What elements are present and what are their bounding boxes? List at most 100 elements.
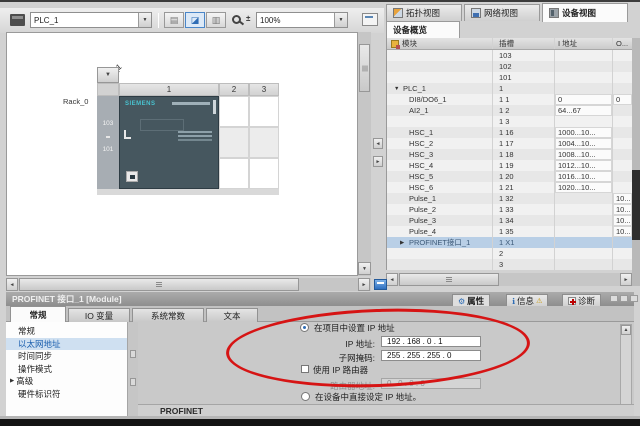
tab-texts[interactable]: 文本 (206, 308, 258, 322)
module-icon (391, 40, 399, 48)
scroll-left-icon[interactable]: ◄ (6, 278, 18, 291)
scroll-left-icon[interactable]: ◄ (386, 273, 398, 286)
tia-portal-device-view: PLC_1 ▼ ▤ ◪ ▥ ± 100% ▼ 拓扑视图 网络视图 设备视图 设备… (0, 0, 640, 426)
tab-general[interactable]: 常规 (10, 306, 66, 322)
table-row[interactable]: Pulse_1 1 32 10... (387, 193, 632, 204)
zoom-magnifier-icon[interactable] (232, 15, 241, 24)
tab-system-constants[interactable]: 系统常数 (132, 308, 204, 322)
scrollbar-thumb[interactable] (399, 273, 499, 286)
nav-scroll-mark[interactable] (130, 350, 136, 358)
nav-scroll-mark[interactable] (130, 378, 136, 386)
column-i-address: I 地址 (555, 38, 613, 49)
slot-cell[interactable] (249, 127, 279, 158)
tab-label: 网络视图 (484, 7, 518, 19)
slot-cell[interactable] (219, 127, 249, 158)
nav-item-advanced[interactable]: ▶高级 (6, 375, 127, 388)
table-header: 模块 插槽 I 地址 O... (387, 38, 632, 50)
scroll-right-icon[interactable]: ► (358, 278, 370, 291)
table-row[interactable]: AI2_1 1 2 64...67 (387, 105, 632, 116)
tab-device-view[interactable]: 设备视图 (542, 3, 628, 22)
inspector-window-button[interactable] (610, 295, 618, 302)
view-toggle-module-button[interactable]: ◪ (185, 12, 205, 28)
table-row[interactable]: Pulse_2 1 33 10... (387, 204, 632, 215)
nav-item-hardware-id[interactable]: 硬件标识符 (6, 388, 127, 401)
rack-view-icon: ▤ (170, 15, 179, 26)
table-row-plc[interactable]: ▼ PLC_1 1 (387, 83, 632, 94)
table-row[interactable]: 101 (387, 72, 632, 83)
warning-badge-icon: ⚠ (536, 297, 542, 305)
nav-item-operating-mode[interactable]: 操作模式 (6, 363, 127, 376)
expand-icon[interactable]: ▶ (400, 240, 409, 246)
cpu-module[interactable]: SIEMENS (119, 96, 219, 189)
table-row[interactable]: HSC_1 1 16 1000...10... (387, 127, 632, 138)
table-row[interactable]: Pulse_3 1 34 10... (387, 215, 632, 226)
nav-item-time-sync[interactable]: 时间同步 (6, 350, 127, 363)
table-row[interactable]: 3 (387, 259, 632, 270)
inspector-window-button[interactable] (630, 295, 638, 302)
page-options-icon[interactable] (362, 13, 378, 26)
radio-label: 在设备中直接设定 IP 地址。 (315, 391, 421, 403)
splitter-collapse-left-icon[interactable]: ◄ (373, 138, 383, 149)
column-q-address: O... (613, 38, 632, 49)
slot-header-3: 3 (249, 83, 279, 96)
table-h-scrollbar[interactable]: ◄ ► (386, 273, 632, 286)
scroll-right-icon[interactable]: ► (620, 273, 632, 286)
device-h-scrollbar[interactable]: ◄ ► (6, 278, 371, 291)
table-row[interactable]: HSC_4 1 19 1012...10... (387, 160, 632, 171)
table-row[interactable]: HSC_6 1 21 1020...10... (387, 182, 632, 193)
topology-view-icon (393, 8, 403, 18)
table-row[interactable]: 2 (387, 248, 632, 259)
content-v-scrollbar[interactable]: ▲ (620, 324, 632, 414)
toolbar-separator (158, 13, 159, 28)
table-row[interactable]: 103 (387, 50, 632, 61)
table-row[interactable]: HSC_5 1 20 1016...10... (387, 171, 632, 182)
chevron-down-icon[interactable]: ▼ (138, 13, 151, 27)
tab-device-overview[interactable]: 设备概览 (386, 21, 460, 38)
scrollbar-thumb[interactable] (359, 44, 370, 92)
profinet-section-header: PROFINET (138, 404, 634, 416)
zoom-level-combobox[interactable]: 100% ▼ (256, 12, 348, 28)
table-row[interactable]: Pulse_4 1 35 10... (387, 226, 632, 237)
grid-view-icon: ▥ (212, 15, 221, 26)
brand-label: SIEMENS (125, 101, 156, 107)
tab-network-view[interactable]: 网络视图 (464, 4, 540, 21)
inspector-window-button[interactable] (620, 295, 628, 302)
zoom-step-icon[interactable]: ± (246, 14, 250, 23)
chevron-down-icon[interactable]: ▼ (334, 13, 347, 27)
rack-dropdown-button[interactable]: ▼ (97, 67, 119, 83)
scroll-down-icon[interactable]: ▼ (358, 262, 371, 275)
radio-set-ip-at-device[interactable] (301, 392, 310, 401)
table-row-profinet-selected[interactable]: ▶ PROFINET接口_1 1 X1 (387, 237, 632, 248)
nav-item-ethernet-addresses[interactable]: 以太网地址 (6, 338, 127, 351)
scroll-up-icon[interactable]: ▲ (621, 325, 631, 335)
tab-io-tags[interactable]: IO 变量 (68, 308, 130, 322)
slot-cell[interactable] (249, 158, 279, 189)
slot-cell[interactable] (219, 158, 249, 189)
bottom-border (0, 419, 640, 426)
nav-item-general[interactable]: 常规 (6, 325, 127, 338)
device-select-combobox[interactable]: PLC_1 ▼ (30, 12, 152, 28)
view-toggle-rack-button[interactable]: ▤ (164, 12, 184, 28)
scrollbar-thumb[interactable] (632, 170, 640, 240)
splitter-collapse-right-icon[interactable]: ► (373, 156, 383, 167)
slot-cell[interactable] (249, 96, 279, 127)
rack-base (97, 189, 279, 195)
tab-topology-view[interactable]: 拓扑视图 (386, 4, 462, 21)
rack-label: Rack_0 (63, 97, 88, 106)
view-toggle-grid-button[interactable]: ▥ (206, 12, 226, 28)
table-row[interactable]: HSC_3 1 18 1008...10... (387, 149, 632, 160)
device-v-scrollbar[interactable]: ▼ (358, 32, 371, 276)
table-v-scrollbar[interactable] (632, 38, 640, 286)
scrollbar-thumb[interactable] (19, 278, 299, 291)
module-view-icon: ◪ (191, 15, 200, 26)
collapse-icon[interactable]: ▼ (394, 86, 403, 92)
table-row[interactable]: DI8/DO6_1 1 1 0 0 (387, 94, 632, 105)
fit-to-view-icon[interactable] (374, 279, 387, 290)
table-row[interactable]: HSC_2 1 17 1004...10... (387, 138, 632, 149)
table-row[interactable]: 102 (387, 61, 632, 72)
cpu-edge-detail (213, 100, 216, 114)
device-overview-table: 模块 插槽 I 地址 O... 103 102 101 ▼ PLC_1 1 (386, 38, 632, 270)
table-row[interactable]: 1 3 (387, 116, 632, 127)
nav-scroll-strip[interactable] (128, 322, 138, 416)
slot-cell[interactable] (219, 96, 249, 127)
